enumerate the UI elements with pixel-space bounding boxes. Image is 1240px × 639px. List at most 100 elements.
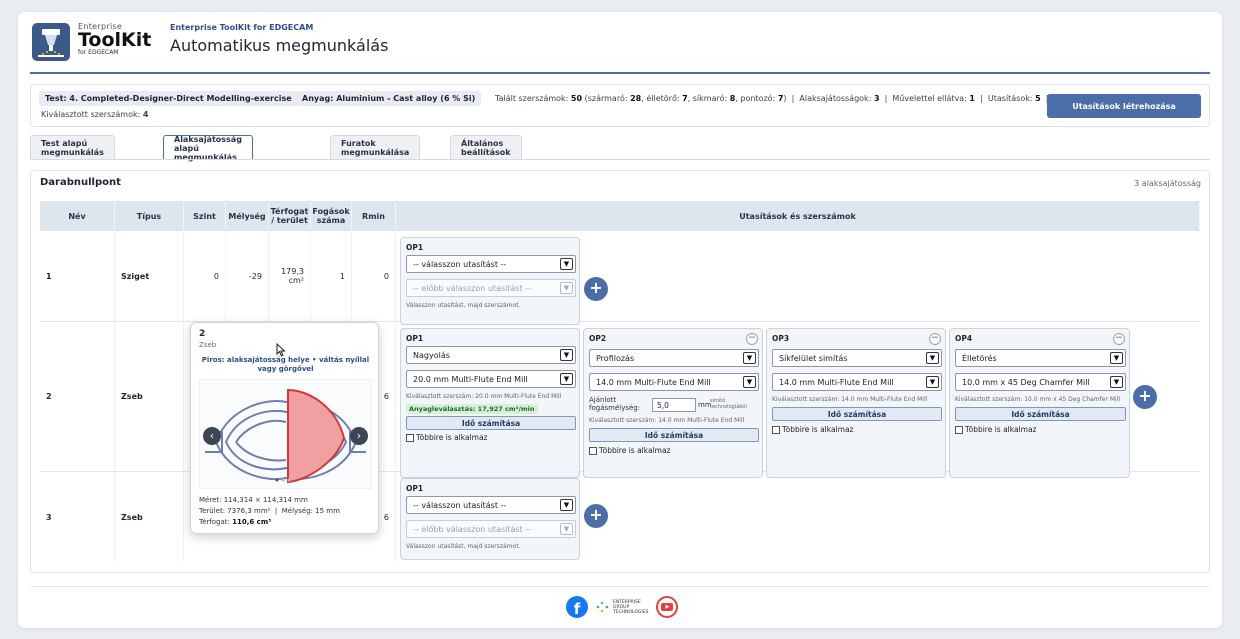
chevron-down-icon: ▼ <box>926 352 939 364</box>
tool-select[interactable]: 20.0 mm Multi-Flute End Mill ▼ <box>406 370 576 388</box>
volume-value: 179,3 <box>281 267 304 276</box>
mouse-cursor-icon <box>276 343 286 357</box>
add-op-button[interactable]: + <box>584 504 608 528</box>
select-value: Élletörés <box>962 353 997 363</box>
page-title: Automatikus megmunkálás <box>170 36 389 55</box>
header-divider <box>30 72 1210 74</box>
with-ops-label: Művelettel ellátva: <box>892 94 967 103</box>
logo-wordmark: Enterprise ToolKit for EDGECAM <box>78 22 151 56</box>
create-instructions-button[interactable]: Utasítások létrehozása <box>1047 94 1201 118</box>
face-mill-count: 8 <box>729 94 736 103</box>
depth-label: Ajánlott fogásmélység: <box>589 396 640 412</box>
tool-select[interactable]: -- előbb válasszon utasítást -- ▼ <box>406 279 576 297</box>
tab-hole-machining[interactable]: Furatok megmunkálása <box>330 135 421 159</box>
eg-line3: TECHNOLOGIES <box>613 609 649 615</box>
select-value: 20.0 mm Multi-Flute End Mill <box>413 374 528 384</box>
select-value: Nagyolás <box>413 350 450 360</box>
apply-more-checkbox[interactable]: Többire is alkalmaz <box>406 433 488 442</box>
prev-arrow-icon[interactable]: ‹ <box>203 427 221 445</box>
instruction-select[interactable]: Élletörés ▼ <box>955 349 1126 367</box>
drill-label: pontozó: <box>740 94 776 103</box>
tool-select[interactable]: 14.0 mm Multi-Flute End Mill ▼ <box>772 373 942 391</box>
chevron-down-icon: ▼ <box>743 352 756 364</box>
depth-input[interactable]: 5,0 <box>652 398 696 412</box>
checkbox-icon <box>955 425 963 434</box>
op-card-row2-op1: OP1 Nagyolás ▼ 20.0 mm Multi-Flute End M… <box>400 328 580 478</box>
instruction-select[interactable]: -- válasszon utasítást -- ▼ <box>406 496 576 514</box>
next-arrow-icon[interactable]: › <box>350 427 368 445</box>
popup-volume-label: Térfogat: <box>199 518 230 526</box>
popup-feature-number: 2 <box>199 329 206 339</box>
tool-select[interactable]: 14.0 mm Multi-Flute End Mill ▼ <box>589 373 759 391</box>
checkbox-label: Többire is alkalmaz <box>599 446 671 455</box>
instruction-select[interactable]: Nagyolás ▼ <box>406 346 576 364</box>
col-header-volume: Térfogat / terület <box>269 201 311 231</box>
cell-passes: 1 <box>311 231 352 321</box>
calc-time-button[interactable]: Idő számítása <box>772 407 942 421</box>
select-value: -- előbb válasszon utasítást -- <box>413 524 532 534</box>
with-ops-count: 1 <box>969 94 975 103</box>
popup-area: Terület: 7376,3 mm² <box>199 507 271 515</box>
remove-op-button[interactable]: − <box>1113 333 1125 345</box>
footer-divider <box>30 586 1210 587</box>
instructions-count: 5 <box>1035 94 1041 103</box>
table-row: 1 Sziget 0 -29 179,3 cm² 1 0 <box>40 231 1200 322</box>
add-op-button[interactable]: + <box>584 277 608 301</box>
checkbox-icon <box>589 446 597 455</box>
calc-time-button[interactable]: Idő számítása <box>406 416 576 430</box>
test-badge: Test: 4. Completed-Designer-Direct Model… <box>39 91 298 106</box>
checkbox-icon <box>772 425 780 434</box>
col-header-instructions: Utasítások és szerszámok <box>396 201 1200 231</box>
popup-note: Piros: alaksajátosság helye • váltás nyí… <box>201 356 370 373</box>
op-card-row2-op3: OP3 − Síkfelület simítás ▼ 14.0 mm Multi… <box>766 328 946 478</box>
chevron-down-icon: ▼ <box>926 376 939 388</box>
popup-feature-type: Zseb <box>199 341 217 349</box>
cell-name: 1 <box>40 231 115 321</box>
choose-hint: Válasszon utasítást, majd szerszámot. <box>406 543 521 550</box>
tab-body-machining[interactable]: Test alapú megmunkálás <box>30 135 115 159</box>
op-title: OP3 <box>772 334 790 343</box>
chevron-down-icon: ▼ <box>560 258 573 270</box>
op-title: OP4 <box>955 334 973 343</box>
remove-op-button[interactable]: − <box>746 333 758 345</box>
select-value: 10.0 mm x 45 Deg Chamfer Mill <box>962 377 1090 387</box>
checkbox-icon <box>406 433 414 442</box>
select-value: 14.0 mm Multi-Flute End Mill <box>596 377 711 387</box>
select-value: -- előbb válasszon utasítást -- <box>413 283 532 293</box>
cell-level: 0 <box>184 231 226 321</box>
popup-volume: Térfogat: 110,6 cm³ <box>199 518 271 526</box>
popup-size: Méret: 114,314 × 114,314 mm <box>199 496 308 504</box>
chevron-down-icon: ▼ <box>560 282 573 294</box>
calc-time-button[interactable]: Idő számítása <box>589 428 759 442</box>
depth-note: simító technológiából <box>710 398 747 410</box>
instruction-select[interactable]: Síkfelület simítás ▼ <box>772 349 942 367</box>
youtube-icon[interactable]: ▶ <box>656 596 679 618</box>
remove-op-button[interactable]: − <box>929 333 941 345</box>
apply-more-checkbox[interactable]: Többire is alkalmaz <box>772 425 854 434</box>
selected-tool-hint: Kiválasztott szerszám: 20.0 mm Multi-Flu… <box>406 393 562 400</box>
feature-count: 3 alaksajátosság <box>1134 179 1201 188</box>
instruction-select[interactable]: -- válasszon utasítást -- ▼ <box>406 255 576 273</box>
op-card-row2-op4: OP4 − Élletörés ▼ 10.0 mm x 45 Deg Chamf… <box>949 328 1130 478</box>
op-card-row1-op1: OP1 -- válasszon utasítást -- ▼ -- előbb… <box>400 237 580 325</box>
instruction-select[interactable]: Profilozás ▼ <box>589 349 759 367</box>
tool-select[interactable]: -- előbb válasszon utasítást -- ▼ <box>406 520 576 538</box>
tab-general-settings[interactable]: Általános beállítások <box>450 135 522 159</box>
calc-time-button[interactable]: Idő számítása <box>955 407 1126 421</box>
cell-volume: 179,3 cm² <box>269 231 311 321</box>
facebook-icon[interactable]: f <box>566 596 588 618</box>
chevron-down-icon: ▼ <box>743 376 756 388</box>
apply-more-checkbox[interactable]: Többire is alkalmaz <box>589 446 671 455</box>
tabs-divider <box>30 159 1210 160</box>
apply-more-checkbox[interactable]: Többire is alkalmaz <box>955 425 1037 434</box>
op-title: OP1 <box>406 243 424 252</box>
tool-select[interactable]: 10.0 mm x 45 Deg Chamfer Mill ▼ <box>955 373 1126 391</box>
tab-feature-machining[interactable]: Alaksajátosság alapú megmunkálás <box>163 135 253 162</box>
features-count: 3 <box>873 94 880 103</box>
enterprise-group-logo[interactable]: ENTERPRISE GROUP TECHNOLOGIES <box>596 600 648 615</box>
selected-tool-hint: Kiválasztott szerszám: 10.0 mm x 45 Deg … <box>955 396 1121 403</box>
select-value: 14.0 mm Multi-Flute End Mill <box>779 377 894 387</box>
add-op-button[interactable]: + <box>1133 385 1157 409</box>
main-card: Enterprise ToolKit for EDGECAM Enterpris… <box>18 12 1222 628</box>
selected-tool-hint: Kiválasztott szerszám: 14.0 mm Multi-Flu… <box>589 417 745 424</box>
